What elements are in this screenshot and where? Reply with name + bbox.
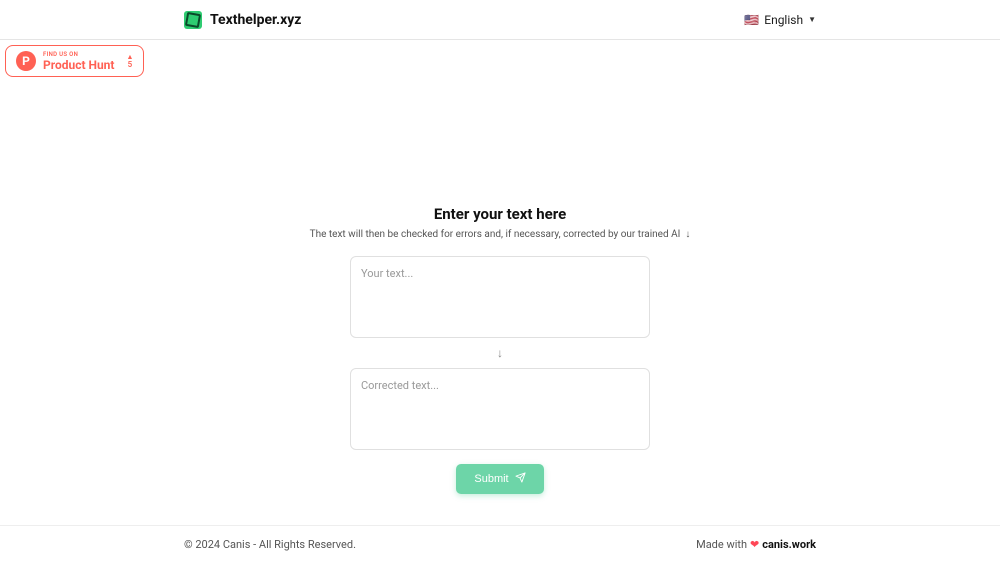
product-hunt-badge[interactable]: P FIND US ON Product Hunt ▲ 5 bbox=[5, 45, 144, 77]
arrow-down-icon: ↓ bbox=[497, 346, 503, 360]
ph-upvote: ▲ 5 bbox=[126, 54, 133, 69]
main-content: Enter your text here The text will then … bbox=[0, 40, 1000, 494]
language-selector[interactable]: 🇺🇸 English ▼ bbox=[744, 13, 816, 27]
flag-icon: 🇺🇸 bbox=[744, 13, 759, 27]
input-textarea[interactable] bbox=[350, 256, 650, 338]
footer: © 2024 Canis - All Rights Reserved. Made… bbox=[0, 525, 1000, 563]
made-with: Made with ❤ canis.work bbox=[696, 538, 816, 551]
heart-icon: ❤ bbox=[750, 538, 759, 551]
chevron-down-icon: ▼ bbox=[808, 15, 816, 24]
brand-logo-wrap[interactable]: Texthelper.xyz bbox=[184, 11, 301, 29]
ph-top-label: FIND US ON bbox=[43, 52, 114, 58]
page-title: Enter your text here bbox=[434, 205, 566, 223]
product-hunt-icon: P bbox=[16, 51, 36, 71]
output-textarea[interactable] bbox=[350, 368, 650, 450]
submit-button[interactable]: Submit bbox=[456, 464, 543, 494]
brand-name: Texthelper.xyz bbox=[210, 12, 301, 28]
copyright-text: © 2024 Canis - All Rights Reserved. bbox=[184, 538, 356, 551]
submit-label: Submit bbox=[474, 473, 508, 485]
page-subtitle: The text will then be checked for errors… bbox=[310, 229, 691, 240]
arrow-down-icon: ↓ bbox=[685, 229, 690, 240]
canis-link[interactable]: canis.work bbox=[762, 538, 816, 551]
logo-icon bbox=[184, 11, 202, 29]
header: Texthelper.xyz 🇺🇸 English ▼ bbox=[0, 0, 1000, 40]
ph-bottom-label: Product Hunt bbox=[43, 59, 114, 71]
send-icon bbox=[515, 472, 526, 486]
language-label: English bbox=[764, 13, 803, 27]
ph-upvote-count: 5 bbox=[128, 61, 133, 69]
